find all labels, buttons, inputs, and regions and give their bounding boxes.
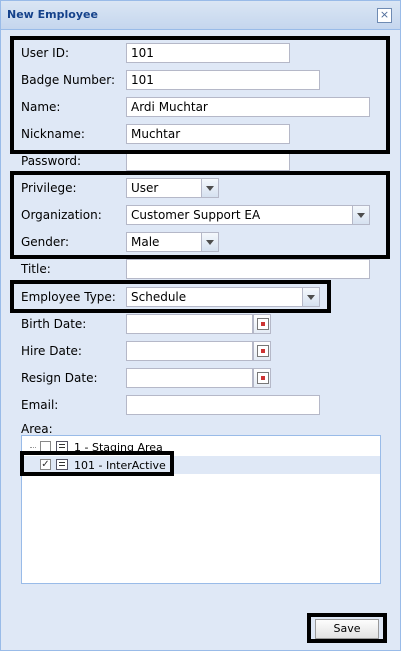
- chevron-down-icon[interactable]: [302, 288, 319, 306]
- hire-date-label: Hire Date:: [21, 344, 82, 358]
- privilege-value: User: [131, 181, 159, 195]
- nickname-input[interactable]: Muchtar: [126, 124, 290, 144]
- employee-type-select[interactable]: Schedule: [126, 287, 320, 307]
- resign-date-label: Resign Date:: [21, 371, 98, 385]
- chevron-down-icon[interactable]: [352, 206, 369, 224]
- birth-date-input[interactable]: [126, 314, 253, 334]
- name-label: Name:: [21, 100, 61, 114]
- title-input[interactable]: [126, 259, 370, 279]
- area-label: Area:: [21, 422, 53, 436]
- close-icon[interactable]: ×: [377, 8, 392, 23]
- gender-select[interactable]: Male: [126, 232, 219, 252]
- organization-value: Customer Support EA: [131, 208, 261, 222]
- calendar-icon[interactable]: [253, 341, 271, 361]
- nickname-label: Nickname:: [21, 127, 85, 141]
- birth-date-label: Birth Date:: [21, 317, 87, 331]
- employee-type-label: Employee Type:: [21, 290, 116, 304]
- organization-select[interactable]: Customer Support EA: [126, 205, 370, 225]
- checkbox-checked[interactable]: ✓: [40, 459, 51, 470]
- email-input[interactable]: [126, 395, 320, 415]
- title-label: Title:: [21, 262, 51, 276]
- hire-date-input[interactable]: [126, 341, 253, 361]
- dialog-titlebar[interactable]: New Employee ×: [1, 1, 400, 30]
- password-input[interactable]: [126, 151, 290, 171]
- area-tree[interactable]: 1 - Staging Area ✓ 101 - InterActive: [21, 435, 381, 584]
- chevron-down-icon[interactable]: [201, 179, 218, 197]
- organization-label: Organization:: [21, 208, 102, 222]
- badge-number-input[interactable]: 101: [126, 70, 320, 90]
- tree-item-label: 101 - InterActive: [74, 459, 166, 472]
- save-button[interactable]: Save: [315, 619, 379, 639]
- tree-item-staging-area[interactable]: 1 - Staging Area: [22, 438, 380, 456]
- calendar-icon[interactable]: [253, 314, 271, 334]
- privilege-select[interactable]: User: [126, 178, 219, 198]
- chevron-down-icon[interactable]: [201, 233, 218, 251]
- gender-label: Gender:: [21, 235, 70, 249]
- privilege-label: Privilege:: [21, 181, 77, 195]
- tree-item-interactive[interactable]: ✓ 101 - InterActive: [22, 456, 380, 474]
- calendar-icon[interactable]: [253, 368, 271, 388]
- checkbox[interactable]: [40, 441, 51, 452]
- tree-item-label: 1 - Staging Area: [74, 441, 163, 454]
- email-label: Email:: [21, 398, 59, 412]
- gender-value: Male: [131, 235, 160, 249]
- password-label: Password:: [21, 154, 82, 168]
- resign-date-input[interactable]: [126, 368, 253, 388]
- dialog-title: New Employee: [7, 8, 98, 21]
- new-employee-dialog: New Employee × User ID: 101 Badge Number…: [0, 0, 401, 651]
- name-input[interactable]: Ardi Muchtar: [126, 97, 370, 117]
- list-node-icon: [56, 441, 68, 452]
- badge-number-label: Badge Number:: [21, 73, 116, 87]
- user-id-label: User ID:: [21, 46, 69, 60]
- employee-type-value: Schedule: [131, 290, 187, 304]
- list-node-icon: [56, 459, 68, 470]
- user-id-input[interactable]: 101: [126, 43, 290, 63]
